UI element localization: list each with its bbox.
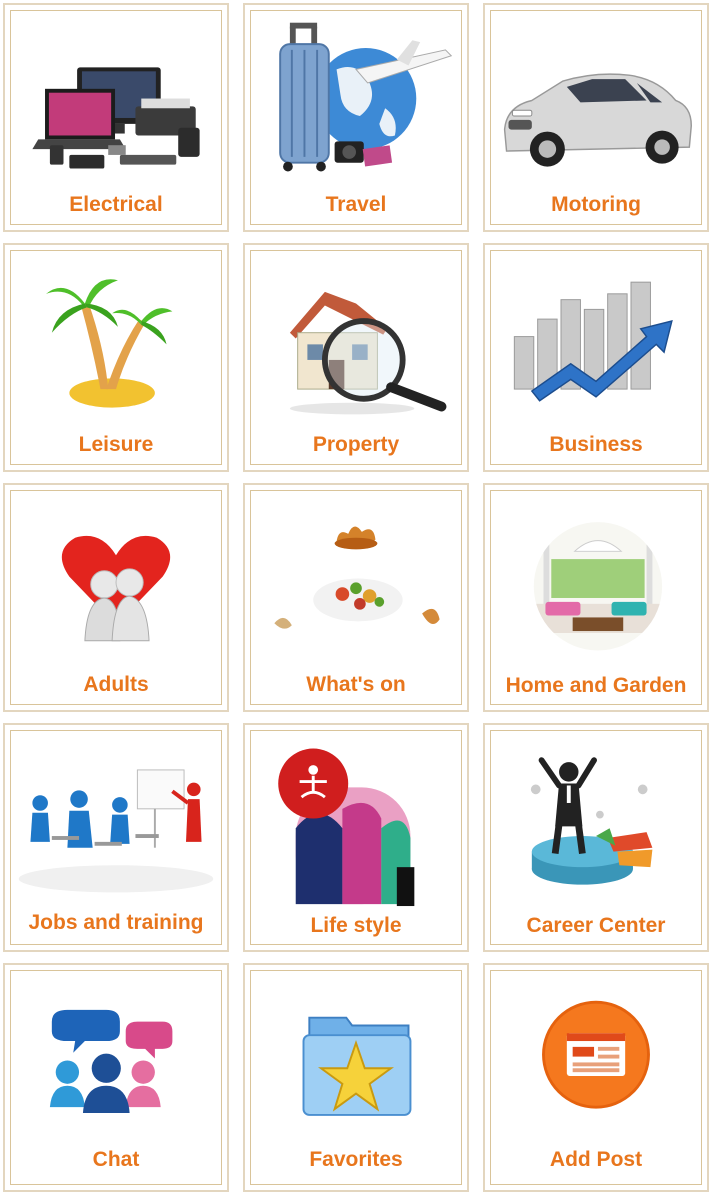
career-success-icon bbox=[530, 757, 653, 885]
label-favorites: Favorites bbox=[309, 1148, 403, 1171]
tile-life-style[interactable]: Life style bbox=[243, 723, 469, 952]
label-life-style: Life style bbox=[310, 914, 402, 937]
label-career-center: Career Center bbox=[526, 914, 666, 937]
label-property: Property bbox=[312, 433, 400, 456]
yoga-lifestyle-icon bbox=[278, 748, 415, 907]
label-home-and-garden: Home and Garden bbox=[505, 674, 687, 697]
label-leisure: Leisure bbox=[78, 433, 154, 456]
label-add-post: Add Post bbox=[549, 1148, 643, 1171]
tile-favorites[interactable]: Favorites bbox=[243, 963, 469, 1192]
tile-jobs-and-training[interactable]: Jobs and training bbox=[3, 723, 229, 952]
tile-property[interactable]: Property bbox=[243, 243, 469, 472]
tile-travel[interactable]: Travel bbox=[243, 3, 469, 232]
tile-add-post[interactable]: Add Post bbox=[483, 963, 709, 1192]
label-business: Business bbox=[549, 433, 643, 456]
tile-home-and-garden[interactable]: Home and Garden bbox=[483, 483, 709, 712]
tile-adults[interactable]: Adults bbox=[3, 483, 229, 712]
label-chat: Chat bbox=[92, 1148, 140, 1171]
tile-chat[interactable]: Chat bbox=[3, 963, 229, 1192]
label-electrical: Electrical bbox=[69, 193, 163, 216]
label-travel: Travel bbox=[325, 193, 387, 216]
label-whats-on: What's on bbox=[306, 673, 406, 696]
label-jobs-and-training: Jobs and training bbox=[28, 911, 204, 934]
patio-icon bbox=[533, 522, 663, 651]
label-adults: Adults bbox=[83, 673, 149, 696]
tile-career-center[interactable]: Career Center bbox=[483, 723, 709, 952]
tile-business[interactable]: Business bbox=[483, 243, 709, 472]
tile-leisure[interactable]: Leisure bbox=[3, 243, 229, 472]
tile-electrical[interactable]: Electrical bbox=[3, 3, 229, 232]
tile-motoring[interactable]: Motoring bbox=[483, 3, 709, 232]
label-motoring: Motoring bbox=[551, 193, 641, 216]
tile-whats-on[interactable]: What's on bbox=[243, 483, 469, 712]
